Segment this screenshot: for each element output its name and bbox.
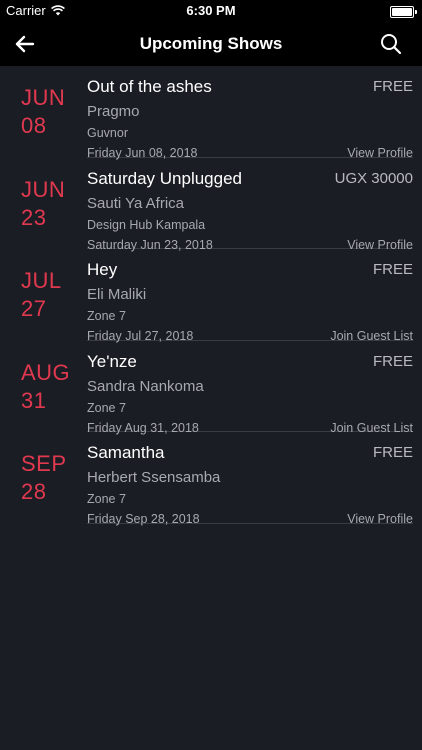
show-day: 28 xyxy=(21,479,47,505)
show-price: FREE xyxy=(372,78,413,95)
view-profile-link[interactable]: View Profile xyxy=(347,512,413,526)
show-price: UGX 30000 xyxy=(334,169,413,187)
show-artist: Sauti Ya Africa xyxy=(87,194,185,212)
show-info: Hey FREE Eli Maliki Zone 7 Friday Jul 27… xyxy=(87,249,413,343)
show-title: Saturday Unplugged xyxy=(87,168,243,188)
show-price: FREE xyxy=(372,444,413,462)
shows-list: JUN 08 Out of the ashes FREE Pragmo Guvn… xyxy=(0,66,422,527)
show-month: SEP xyxy=(21,451,67,477)
search-icon xyxy=(381,34,402,55)
show-artist: Pragmo xyxy=(87,103,140,120)
show-venue: Zone 7 xyxy=(87,400,126,415)
show-month: AUG xyxy=(21,359,71,385)
show-date-badge: JUN 08 xyxy=(21,84,65,140)
page-title: Upcoming Shows xyxy=(139,34,283,53)
show-full-date: Friday Sep 28, 2018 xyxy=(87,512,200,527)
show-day: 31 xyxy=(21,387,47,413)
show-row[interactable]: JUN 23 Saturday Unplugged UGX 30000 Saut… xyxy=(0,158,422,252)
show-venue: Design Hub Kampala xyxy=(87,217,206,232)
show-info: Samantha FREE Herbert Ssensamba Zone 7 F… xyxy=(87,432,413,527)
navigation-bar: Upcoming Shows xyxy=(0,22,422,66)
show-date-badge: JUL 27 xyxy=(21,267,62,323)
show-price: FREE xyxy=(372,261,413,279)
show-month: JUN xyxy=(21,176,66,202)
show-venue: Zone 7 xyxy=(87,492,126,507)
show-row[interactable]: AUG 31 Ye'nze FREE Sandra Nankoma Zone 7… xyxy=(0,341,422,435)
show-day: 08 xyxy=(21,113,47,138)
show-month: JUN xyxy=(21,85,66,110)
show-artist: Sandra Nankoma xyxy=(87,377,204,395)
show-row[interactable]: JUN 08 Out of the ashes FREE Pragmo Guvn… xyxy=(0,66,422,160)
status-time: 6:30 PM xyxy=(186,3,236,18)
show-day: 23 xyxy=(21,204,47,230)
show-title: Samantha xyxy=(87,443,165,463)
show-day: 27 xyxy=(21,296,47,322)
show-title: Ye'nze xyxy=(87,351,137,371)
show-date-badge: SEP 28 xyxy=(21,450,67,506)
show-month: JUL xyxy=(21,268,62,294)
show-info: Saturday Unplugged UGX 30000 Sauti Ya Af… xyxy=(87,158,413,252)
search-button[interactable] xyxy=(378,31,404,57)
show-row[interactable]: SEP 28 Samantha FREE Herbert Ssensamba Z… xyxy=(0,432,422,527)
show-date-badge: AUG 31 xyxy=(21,359,70,415)
show-date-badge: JUN 23 xyxy=(21,176,65,232)
show-title: Hey xyxy=(87,260,118,280)
battery-icon xyxy=(390,6,417,18)
show-artist: Eli Maliki xyxy=(87,286,147,304)
status-bar: Carrier 6:30 PM xyxy=(0,0,422,22)
show-title: Out of the ashes xyxy=(87,77,212,96)
show-venue: Zone 7 xyxy=(87,309,126,324)
show-price: FREE xyxy=(372,352,413,370)
show-row[interactable]: JUL 27 Hey FREE Eli Maliki Zone 7 Friday… xyxy=(0,249,422,343)
show-venue: Guvnor xyxy=(87,126,128,140)
show-info: Ye'nze FREE Sandra Nankoma Zone 7 Friday… xyxy=(87,341,413,435)
show-info: Out of the ashes FREE Pragmo Guvnor Frid… xyxy=(87,66,413,160)
show-artist: Herbert Ssensamba xyxy=(87,469,221,487)
